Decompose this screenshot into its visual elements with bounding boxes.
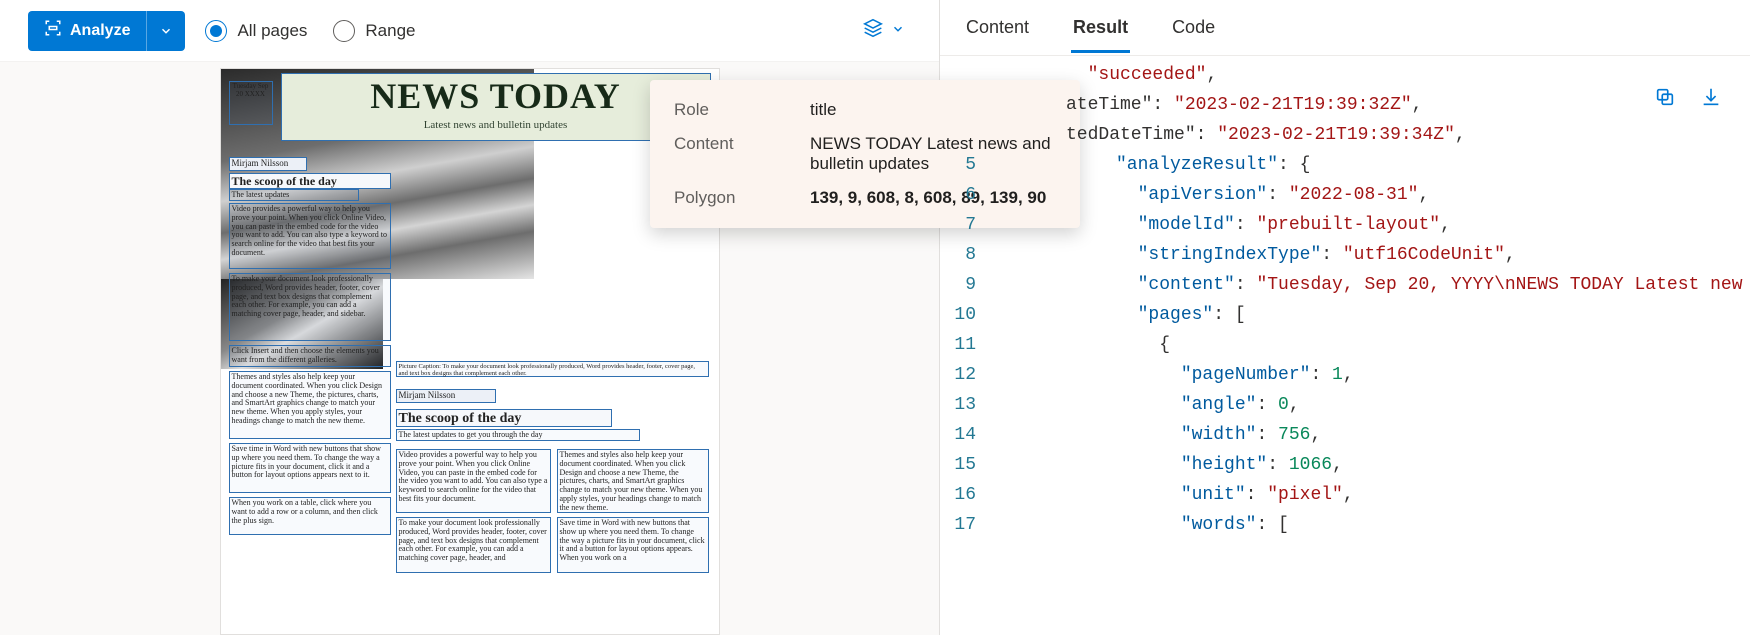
code-line: 15 "height": 1066, bbox=[940, 450, 1750, 480]
code-line: 12 "pageNumber": 1, bbox=[940, 360, 1750, 390]
line-number: 10 bbox=[940, 300, 996, 330]
analyze-button[interactable]: Analyze bbox=[28, 11, 185, 51]
tab-result[interactable]: Result bbox=[1071, 3, 1130, 52]
region-paragraph[interactable]: Save time in Word with new buttons that … bbox=[229, 443, 391, 493]
tab-content[interactable]: Content bbox=[964, 3, 1031, 52]
region-paragraph[interactable]: To make your document look professionall… bbox=[396, 517, 551, 573]
line-number: 6 bbox=[940, 180, 996, 210]
code-text: "width": 756, bbox=[996, 420, 1750, 450]
line-number: 15 bbox=[940, 450, 996, 480]
region-subheading[interactable]: The latest updates bbox=[229, 189, 359, 201]
line-number: 16 bbox=[940, 480, 996, 510]
code-text: "angle": 0, bbox=[996, 390, 1750, 420]
region-paragraph[interactable]: When you work on a table, click where yo… bbox=[229, 497, 391, 535]
radio-all-pages-label: All pages bbox=[237, 21, 307, 41]
layers-dropdown[interactable] bbox=[857, 12, 911, 49]
region-paragraph[interactable]: To make your document look professionall… bbox=[229, 273, 391, 341]
code-text: "words": [ bbox=[996, 510, 1750, 540]
code-line: 16 "unit": "pixel", bbox=[940, 480, 1750, 510]
line-number: 5 bbox=[940, 150, 996, 180]
code-text: "analyzeResult": { bbox=[996, 150, 1750, 180]
code-text: "apiVersion": "2022-08-31", bbox=[996, 180, 1750, 210]
code-line: "succeeded", bbox=[940, 60, 1750, 90]
tooltip-polygon-label: Polygon bbox=[674, 188, 774, 208]
line-number: 14 bbox=[940, 420, 996, 450]
line-number: 8 bbox=[940, 240, 996, 270]
code-line: 8 "stringIndexType": "utf16CodeUnit", bbox=[940, 240, 1750, 270]
document-page: Tuesday Sep 20 XXXX NEWS TODAY Latest ne… bbox=[220, 68, 720, 635]
region-date[interactable]: Tuesday Sep 20 XXXX bbox=[229, 81, 273, 125]
code-text: "stringIndexType": "utf16CodeUnit", bbox=[996, 240, 1750, 270]
code-text: "pages": [ bbox=[996, 300, 1750, 330]
code-text: "pageNumber": 1, bbox=[996, 360, 1750, 390]
code-line: 7 "modelId": "prebuilt-layout", bbox=[940, 210, 1750, 240]
code-line: 17 "words": [ bbox=[940, 510, 1750, 540]
region-paragraph[interactable]: Video provides a powerful way to help yo… bbox=[229, 203, 391, 269]
line-number: 17 bbox=[940, 510, 996, 540]
region-heading[interactable]: The scoop of the day bbox=[396, 409, 612, 427]
code-text: tedDateTime": "2023-02-21T19:39:34Z", bbox=[996, 120, 1750, 150]
tooltip-content-label: Content bbox=[674, 134, 774, 174]
line-number: 12 bbox=[940, 360, 996, 390]
code-text: "unit": "pixel", bbox=[996, 480, 1750, 510]
region-paragraph[interactable]: Video provides a powerful way to help yo… bbox=[396, 449, 551, 513]
code-line: ateTime": "2023-02-21T19:39:32Z", bbox=[940, 90, 1750, 120]
code-text: "succeeded", bbox=[996, 60, 1750, 90]
region-paragraph[interactable]: Themes and styles also help keep your do… bbox=[229, 371, 391, 439]
code-line: 14 "width": 756, bbox=[940, 420, 1750, 450]
code-line: 13 "angle": 0, bbox=[940, 390, 1750, 420]
radio-icon bbox=[333, 20, 355, 42]
code-text: ateTime": "2023-02-21T19:39:32Z", bbox=[996, 90, 1750, 120]
code-line: 6 "apiVersion": "2022-08-31", bbox=[940, 180, 1750, 210]
region-caption[interactable]: Picture Caption: To make your document l… bbox=[396, 361, 709, 377]
region-author[interactable]: Mirjam Nilsson bbox=[396, 389, 496, 403]
line-number: 9 bbox=[940, 270, 996, 300]
analyze-icon bbox=[44, 19, 62, 42]
code-text: "content": "Tuesday, Sep 20, YYYY\nNEWS … bbox=[996, 270, 1750, 300]
region-author[interactable]: Mirjam Nilsson bbox=[229, 157, 307, 171]
chevron-down-icon bbox=[891, 20, 905, 41]
tab-code[interactable]: Code bbox=[1170, 3, 1217, 52]
code-text: "modelId": "prebuilt-layout", bbox=[996, 210, 1750, 240]
code-line: 5"analyzeResult": { bbox=[940, 150, 1750, 180]
region-subheading[interactable]: The latest updates to get you through th… bbox=[396, 429, 640, 441]
region-title[interactable]: NEWS TODAY Latest news and bulletin upda… bbox=[281, 73, 711, 141]
code-text: "height": 1066, bbox=[996, 450, 1750, 480]
analyze-label: Analyze bbox=[70, 22, 130, 40]
region-paragraph[interactable]: Save time in Word with new buttons that … bbox=[557, 517, 709, 573]
region-heading[interactable]: The scoop of the day bbox=[229, 173, 391, 189]
code-line: 10 "pages": [ bbox=[940, 300, 1750, 330]
result-tabs: Content Result Code bbox=[940, 0, 1750, 56]
tooltip-role-label: Role bbox=[674, 100, 774, 120]
radio-range-label: Range bbox=[365, 21, 415, 41]
code-line: 9 "content": "Tuesday, Sep 20, YYYY\nNEW… bbox=[940, 270, 1750, 300]
code-line: 11 { bbox=[940, 330, 1750, 360]
region-paragraph[interactable]: Themes and styles also help keep your do… bbox=[557, 449, 709, 513]
radio-icon bbox=[205, 20, 227, 42]
radio-range[interactable]: Range bbox=[333, 20, 415, 42]
radio-all-pages[interactable]: All pages bbox=[205, 20, 307, 42]
title-text: NEWS TODAY bbox=[284, 75, 708, 117]
code-line: tedDateTime": "2023-02-21T19:39:34Z", bbox=[940, 120, 1750, 150]
page-range-radio-group: All pages Range bbox=[205, 20, 415, 42]
line-number: 7 bbox=[940, 210, 996, 240]
layers-icon bbox=[863, 18, 883, 43]
code-text: { bbox=[996, 330, 1750, 360]
line-number: 11 bbox=[940, 330, 996, 360]
line-number: 13 bbox=[940, 390, 996, 420]
region-paragraph[interactable]: Click Insert and then choose the element… bbox=[229, 345, 391, 367]
analyze-dropdown-caret[interactable] bbox=[147, 24, 185, 38]
json-editor[interactable]: "succeeded",ateTime": "2023-02-21T19:39:… bbox=[940, 56, 1750, 635]
subtitle-text: Latest news and bulletin updates bbox=[284, 119, 708, 131]
toolbar: Analyze All pages Range bbox=[0, 0, 939, 62]
